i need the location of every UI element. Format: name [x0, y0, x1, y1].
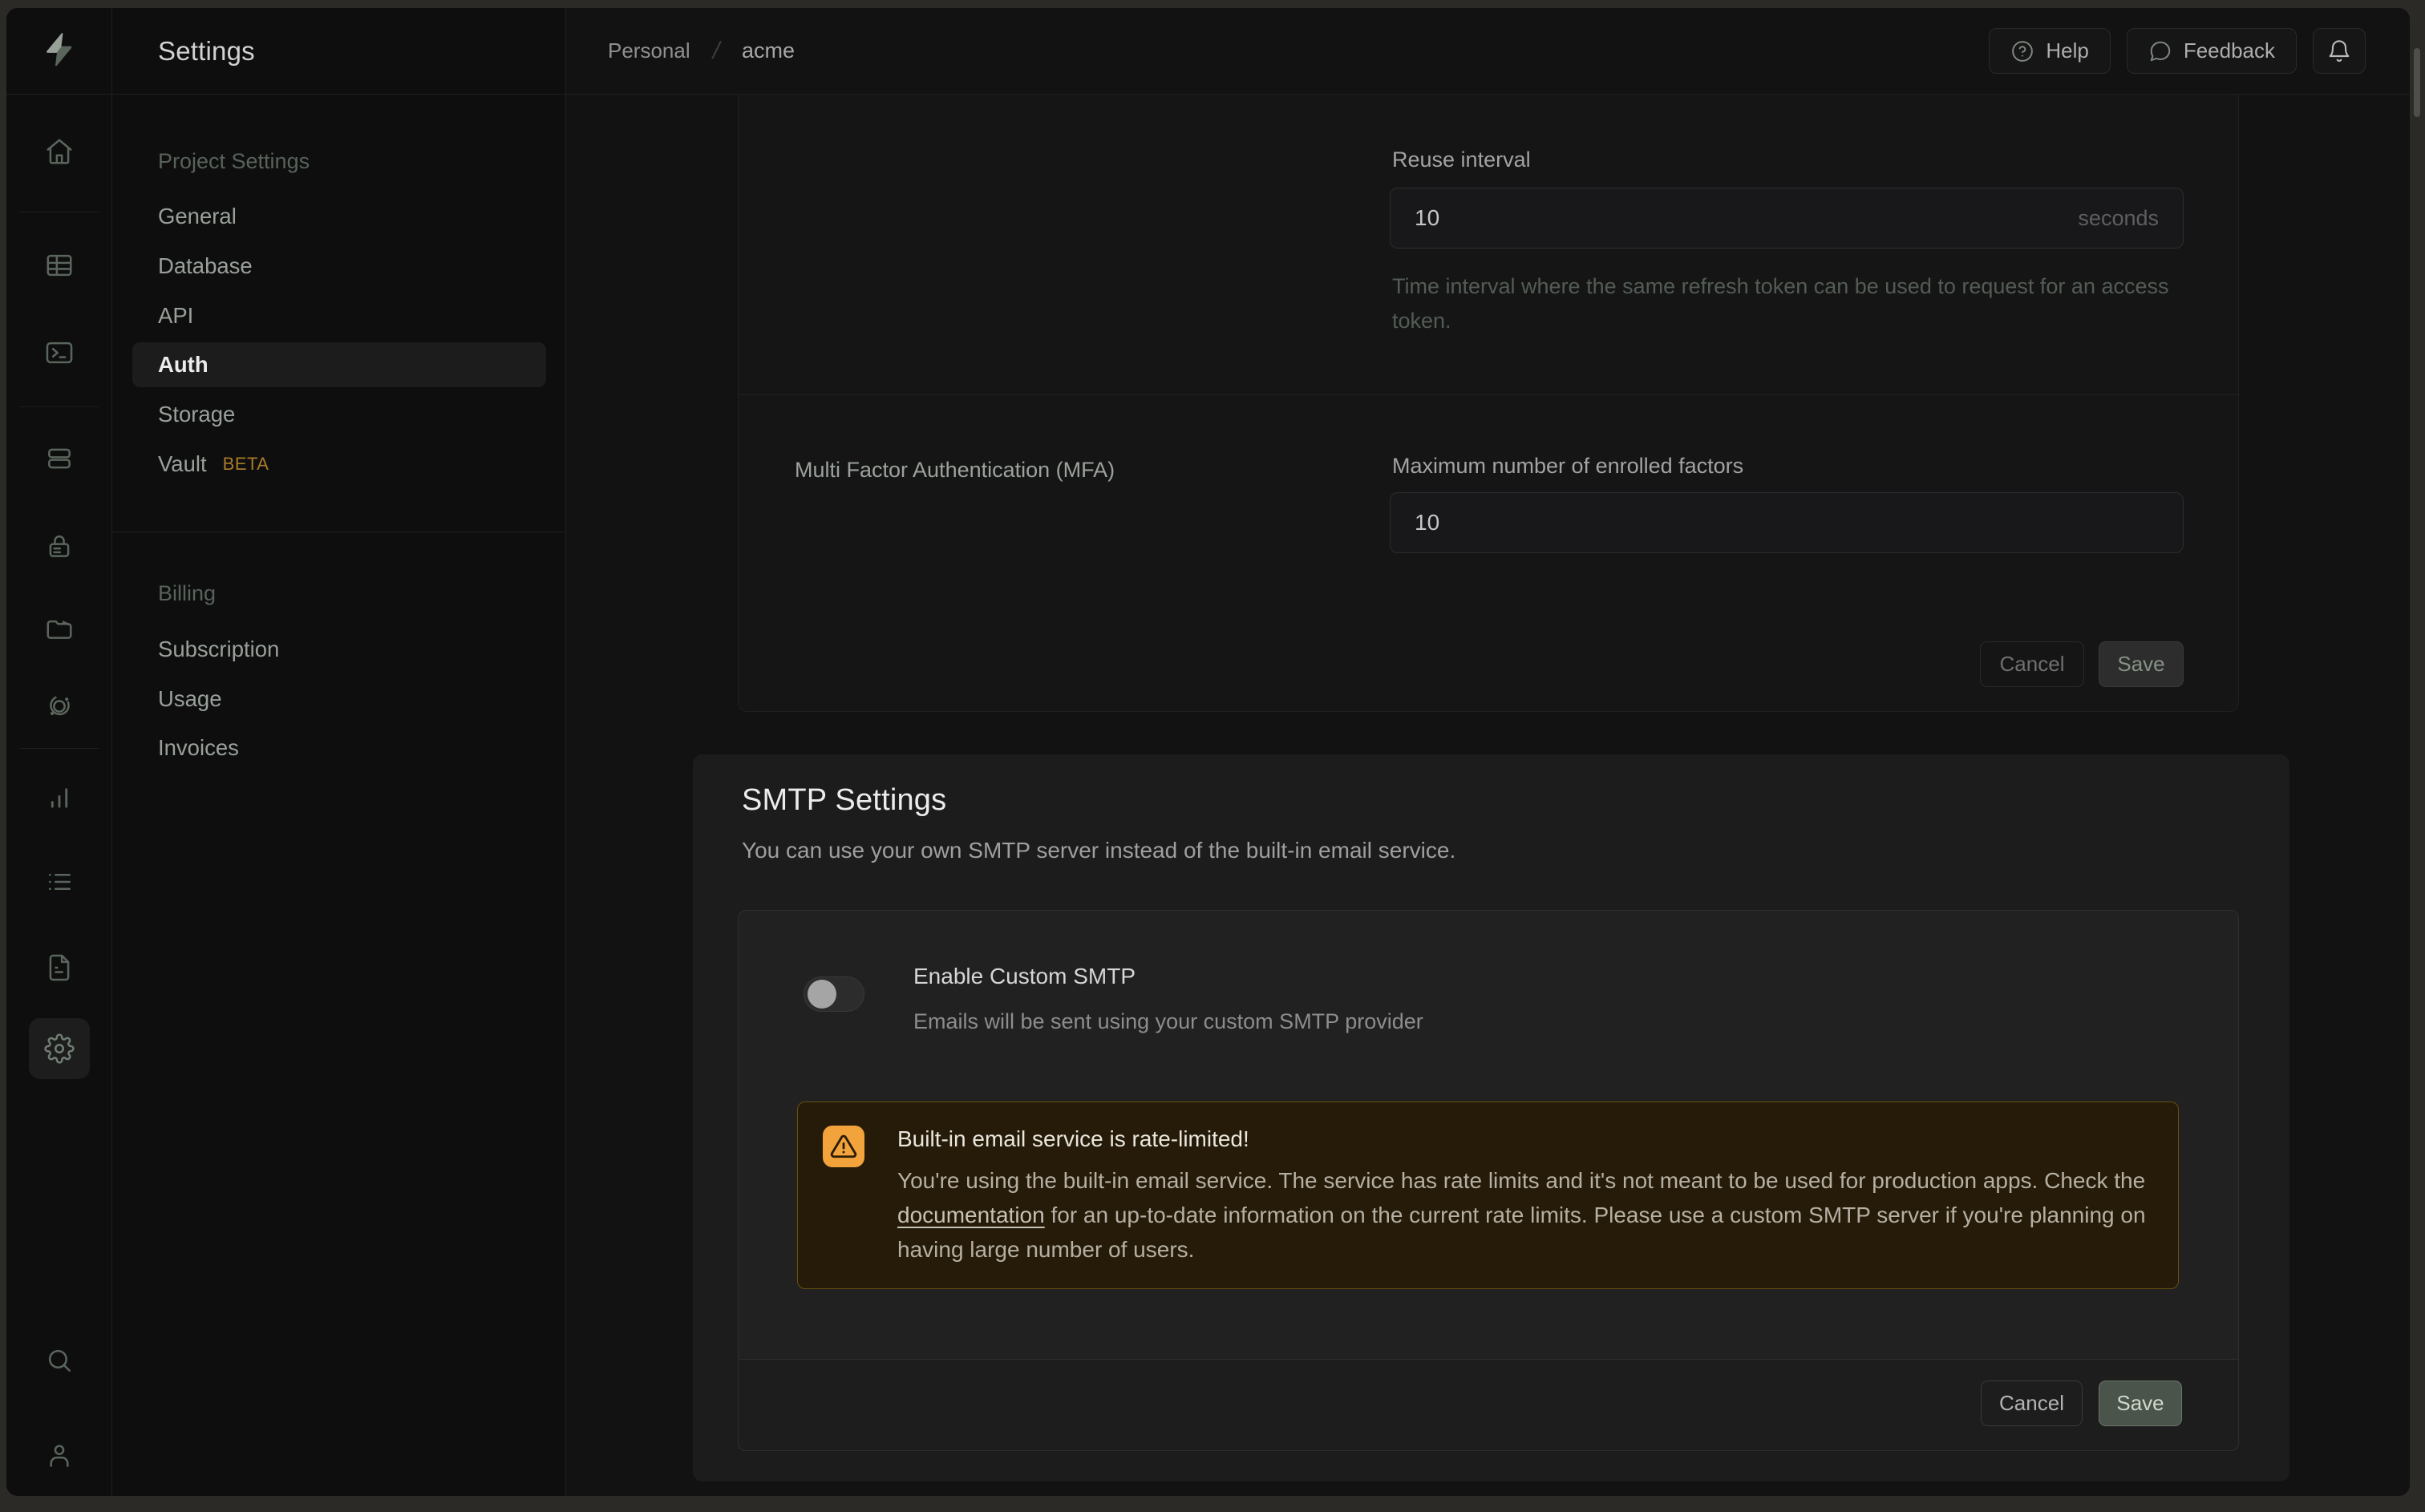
top-bar: Personal / acme Help Feedback	[566, 8, 2410, 95]
sql-editor-icon	[44, 338, 75, 368]
reuse-interval-label: Reuse interval	[1392, 148, 1531, 172]
smtp-save-button[interactable]: Save	[2099, 1381, 2182, 1426]
reuse-interval-input[interactable]: seconds	[1390, 188, 2184, 249]
window-scrollbar[interactable]	[2414, 48, 2420, 117]
enable-custom-smtp-label: Enable Custom SMTP	[913, 964, 1136, 989]
database-icon	[44, 443, 75, 474]
page-title: Settings	[158, 36, 255, 67]
search-icon	[44, 1345, 75, 1376]
rail-item-search[interactable]	[29, 1335, 90, 1386]
breadcrumb-org[interactable]: Personal	[608, 38, 690, 63]
rail-item-database[interactable]	[29, 433, 90, 484]
home-icon	[44, 136, 75, 167]
help-circle-icon	[2010, 39, 2034, 63]
rail-item-sql-editor[interactable]	[29, 327, 90, 378]
auth-cancel-button[interactable]: Cancel	[1980, 641, 2084, 687]
sidebar-item-usage[interactable]: Usage	[132, 677, 546, 722]
toggle-knob	[808, 980, 836, 1009]
enable-custom-smtp-description: Emails will be sent using your custom SM…	[913, 1009, 1423, 1034]
rate-limit-warning: Built-in email service is rate-limited! …	[797, 1102, 2179, 1289]
settings-nav: Project Settings General Database API Au…	[112, 95, 565, 1496]
main-column: Personal / acme Help Feedback	[566, 8, 2410, 1496]
warning-body: You're using the built-in email service.…	[897, 1163, 2160, 1267]
table-editor-icon	[44, 250, 75, 281]
rail-item-profile[interactable]	[29, 1429, 90, 1481]
smtp-cancel-button[interactable]: Cancel	[1981, 1381, 2083, 1426]
smtp-settings-description: You can use your own SMTP server instead…	[742, 838, 1455, 863]
nav-section-billing: Billing	[158, 581, 216, 606]
warning-triangle-icon	[823, 1126, 864, 1167]
auth-save-button[interactable]: Save	[2099, 641, 2184, 687]
auth-lock-icon	[44, 531, 75, 561]
app-window: Settings Project Settings General Databa…	[6, 8, 2410, 1496]
sidebar-item-invoices[interactable]: Invoices	[132, 726, 546, 770]
settings-sidebar-header: Settings	[112, 8, 565, 95]
settings-sidebar: Settings Project Settings General Databa…	[112, 8, 566, 1496]
reuse-interval-unit: seconds	[2078, 206, 2159, 231]
realtime-orbit-icon	[44, 691, 75, 722]
mfa-row-label: Multi Factor Authentication (MFA)	[795, 458, 1115, 483]
help-button[interactable]: Help	[1989, 28, 2110, 74]
rail-item-table-editor[interactable]	[29, 240, 90, 291]
storage-icon	[44, 612, 75, 643]
rail-body	[6, 95, 111, 1496]
breadcrumb-project[interactable]: acme	[742, 38, 795, 63]
rail-divider	[19, 406, 99, 407]
rail-item-storage[interactable]	[29, 602, 90, 653]
breadcrumb: Personal / acme	[608, 8, 795, 94]
smtp-settings-section: SMTP Settings You can use your own SMTP …	[693, 754, 2289, 1482]
smtp-settings-title: SMTP Settings	[742, 783, 946, 818]
reuse-interval-help: Time interval where the same refresh tok…	[1392, 269, 2202, 338]
smtp-settings-card: Enable Custom SMTP Emails will be sent u…	[738, 910, 2239, 1451]
sidebar-item-auth[interactable]: Auth	[132, 342, 546, 387]
rail-item-settings[interactable]	[29, 1018, 90, 1079]
feedback-bubble-icon	[2148, 39, 2172, 63]
rail-item-realtime[interactable]	[29, 681, 90, 732]
sidebar-item-subscription[interactable]: Subscription	[132, 627, 546, 672]
content-scroll-area[interactable]: Reuse interval seconds Time interval whe…	[566, 95, 2410, 1496]
rail-item-home[interactable]	[29, 126, 90, 177]
notifications-button[interactable]	[2313, 28, 2366, 74]
mfa-field-label: Maximum number of enrolled factors	[1392, 454, 1743, 479]
rail-item-reports[interactable]	[29, 772, 90, 823]
sidebar-item-general[interactable]: General	[132, 194, 546, 239]
profile-user-icon	[44, 1440, 75, 1470]
desktop-frame: Settings Project Settings General Databa…	[0, 0, 2425, 1512]
logs-list-icon	[44, 867, 75, 897]
icon-rail	[6, 8, 112, 1496]
smtp-card-footer: Cancel Save	[739, 1359, 2238, 1450]
supabase-logo[interactable]	[41, 31, 78, 72]
sidebar-item-vault[interactable]: Vault BETA	[132, 442, 546, 487]
enable-custom-smtp-toggle[interactable]	[804, 976, 864, 1012]
header-actions: Help Feedback	[1989, 8, 2366, 94]
reports-chart-icon	[44, 782, 75, 813]
sidebar-item-api[interactable]: API	[132, 293, 546, 338]
rail-item-auth[interactable]	[29, 520, 90, 572]
warning-title: Built-in email service is rate-limited!	[897, 1126, 1249, 1152]
rail-item-logs[interactable]	[29, 856, 90, 908]
settings-gear-icon	[44, 1033, 75, 1064]
rail-header	[6, 8, 111, 95]
feedback-button[interactable]: Feedback	[2127, 28, 2297, 74]
rail-divider	[19, 748, 99, 749]
sidebar-item-database[interactable]: Database	[132, 244, 546, 289]
breadcrumb-separator: /	[710, 38, 723, 65]
documentation-link[interactable]: documentation	[897, 1203, 1045, 1227]
panel-divider	[739, 394, 2238, 395]
auth-settings-panel: Reuse interval seconds Time interval whe…	[738, 95, 2239, 712]
bell-icon	[2326, 38, 2352, 64]
sidebar-item-storage[interactable]: Storage	[132, 392, 546, 437]
rail-item-api-docs[interactable]	[29, 942, 90, 993]
beta-badge: BETA	[223, 454, 269, 475]
mfa-max-factors-input[interactable]	[1390, 492, 2184, 553]
nav-section-project-settings: Project Settings	[158, 149, 310, 174]
file-doc-icon	[44, 952, 75, 983]
